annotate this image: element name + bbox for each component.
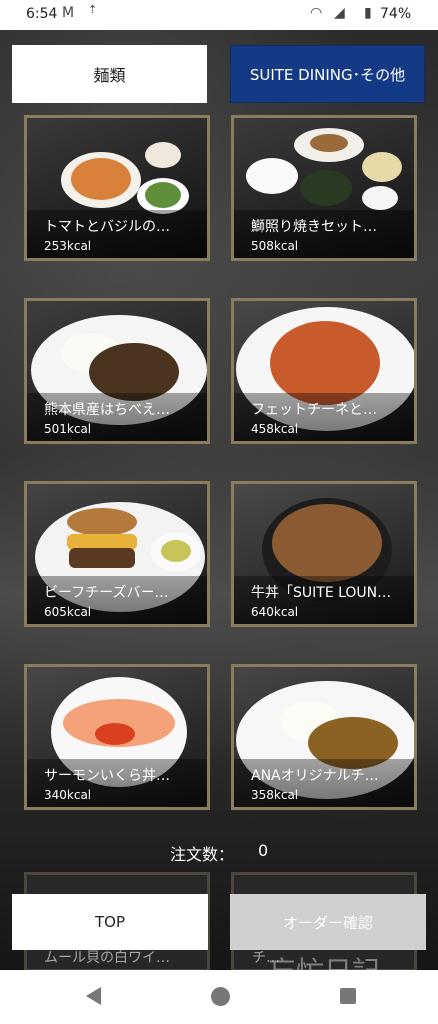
menu-item-name: 牛丼「SUITE LOUN…: [251, 585, 392, 601]
back-icon[interactable]: [86, 987, 101, 1005]
signal-icon: ◢: [334, 5, 345, 21]
menu-item-kcal: 358kcal: [251, 788, 299, 802]
menu-item-name: ビーフチーズバー…: [44, 585, 169, 601]
menu-item-card[interactable]: 牛丼「SUITE LOUN… 640kcal: [231, 481, 417, 627]
recent-apps-icon[interactable]: [340, 988, 356, 1004]
menu-item-kcal: 640kcal: [251, 605, 299, 619]
menu-item-kcal: 501kcal: [44, 422, 92, 436]
menu-item-card[interactable]: 熊本県産はちべえ… 501kcal: [24, 298, 210, 444]
menu-item-name: サーモンいくら丼…: [44, 768, 170, 784]
menu-item-card[interactable]: ビーフチーズバー… 605kcal: [24, 481, 210, 627]
order-confirm-button[interactable]: オーダー確認: [230, 894, 426, 950]
wifi-icon: ◠: [310, 5, 323, 21]
top-button[interactable]: TOP: [12, 894, 208, 950]
menu-item-kcal: 253kcal: [44, 239, 92, 253]
status-time: 6:54: [26, 6, 58, 22]
menu-item-name: フェットチーネと…: [251, 402, 377, 418]
menu-item-name: トマトとバジルの…: [44, 219, 170, 235]
order-count-value: 0: [258, 841, 269, 860]
menu-item-card[interactable]: 鰤照り焼きセット… 508kcal: [231, 115, 417, 261]
menu-item-card[interactable]: サーモンいくら丼… 340kcal: [24, 664, 210, 810]
menu-item-card[interactable]: トマトとバジルの… 253kcal: [24, 115, 210, 261]
status-bar: 6:54 M ⇡ ◠ ◢ ▮ 74%: [0, 0, 438, 30]
navigation-bar: [0, 970, 438, 1024]
menu-item-name: ANAオリジナルチ…: [251, 768, 379, 784]
battery-icon: ▮: [364, 5, 372, 21]
home-icon[interactable]: [211, 987, 230, 1006]
menu-item-kcal: 458kcal: [251, 422, 299, 436]
menu-item-name-partial: ムール貝の白ワイ…: [44, 950, 170, 966]
menu-item-kcal: 605kcal: [44, 605, 92, 619]
menu-item-card[interactable]: ANAオリジナルチ… 358kcal: [231, 664, 417, 810]
menu-item-name: 鰤照り焼きセット…: [251, 219, 377, 235]
tab-noodles[interactable]: 麺類: [12, 45, 207, 103]
order-count-label: 注文数：: [170, 845, 235, 864]
menu-item-card[interactable]: フェットチーネと… 458kcal: [231, 298, 417, 444]
battery-percent: 74%: [380, 6, 412, 22]
tab-suite-dining[interactable]: SUITE DINING･その他: [230, 45, 425, 103]
menu-item-kcal: 340kcal: [44, 788, 92, 802]
mail-icon: M: [62, 5, 75, 21]
menu-item-name: 熊本県産はちべえ…: [44, 402, 170, 418]
data-saver-icon: ⇡: [88, 3, 98, 16]
menu-item-kcal: 508kcal: [251, 239, 299, 253]
